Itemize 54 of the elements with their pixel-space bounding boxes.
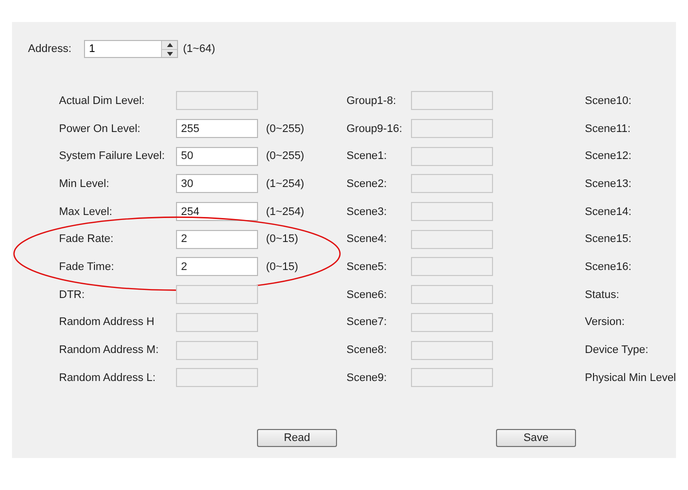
field-label: Group9-16: xyxy=(346,122,404,135)
range-hint: (0~255) xyxy=(266,150,304,162)
field-label: System Failure Level: xyxy=(59,150,166,162)
field-label: Status: xyxy=(584,288,620,301)
value-field[interactable]: 30 xyxy=(176,174,258,194)
field-label: Group1-8: xyxy=(346,94,398,107)
field-label: Scene15: xyxy=(584,233,632,246)
value-field[interactable]: 254 xyxy=(176,202,258,222)
field-label: Scene5: xyxy=(346,260,388,273)
up-arrow-icon xyxy=(166,43,172,47)
field-label: Min Level: xyxy=(59,178,110,190)
field-label: Scene8: xyxy=(346,344,388,356)
field-label: Scene16: xyxy=(584,260,632,273)
field-label: Scene2: xyxy=(346,178,388,190)
field-label: Scene1: xyxy=(346,150,388,162)
field-label: Actual Dim Level: xyxy=(59,94,146,107)
field-label: Scene3: xyxy=(346,206,388,218)
field-label: Version: xyxy=(584,316,625,328)
field-label: Fade Rate: xyxy=(59,233,114,246)
range-hint: (0~255) xyxy=(266,122,304,135)
field-label: Physical Min Level xyxy=(584,372,676,384)
field-label: Scene14: xyxy=(584,206,632,218)
field-label: Scene13: xyxy=(584,178,632,190)
range-hint: (1~254) xyxy=(266,178,304,190)
spin-down-button[interactable] xyxy=(162,49,177,57)
range-hint: (1~64) xyxy=(183,43,216,55)
range-hint: (1~254) xyxy=(266,206,304,218)
field-label: Scene10: xyxy=(584,94,632,107)
address-label: Address: xyxy=(28,43,72,55)
field-label: Random Address M: xyxy=(59,344,160,356)
spin-up-button[interactable] xyxy=(162,41,177,49)
save-button[interactable]: Save xyxy=(496,428,576,447)
down-arrow-icon xyxy=(166,52,172,56)
value-field[interactable]: 2 xyxy=(176,257,258,276)
field-label: Max Level: xyxy=(59,206,114,218)
field-label: Device Type: xyxy=(584,344,648,356)
field-label: DTR: xyxy=(59,288,86,301)
field-label: Scene6: xyxy=(346,288,388,301)
field-label: Scene4: xyxy=(346,233,388,246)
field-label: Scene7: xyxy=(346,316,388,328)
address-spinbox[interactable]: 1 xyxy=(84,40,178,58)
field-label: Scene9: xyxy=(346,372,388,384)
value-field[interactable]: 255 xyxy=(176,119,258,138)
range-hint: (0~15) xyxy=(266,260,298,273)
value-field[interactable]: 50 xyxy=(176,146,258,166)
field-label: Fade Time: xyxy=(59,260,116,273)
field-label: Power On Level: xyxy=(59,122,142,135)
field-label: Random Address L: xyxy=(59,372,157,384)
field-label: Scene12: xyxy=(584,150,632,162)
field-label: Random Address H xyxy=(59,316,156,328)
value-field[interactable]: 2 xyxy=(176,230,258,249)
range-hint: (0~15) xyxy=(266,233,298,246)
field-label: Scene11: xyxy=(584,122,631,135)
read-button[interactable]: Read xyxy=(257,428,337,447)
